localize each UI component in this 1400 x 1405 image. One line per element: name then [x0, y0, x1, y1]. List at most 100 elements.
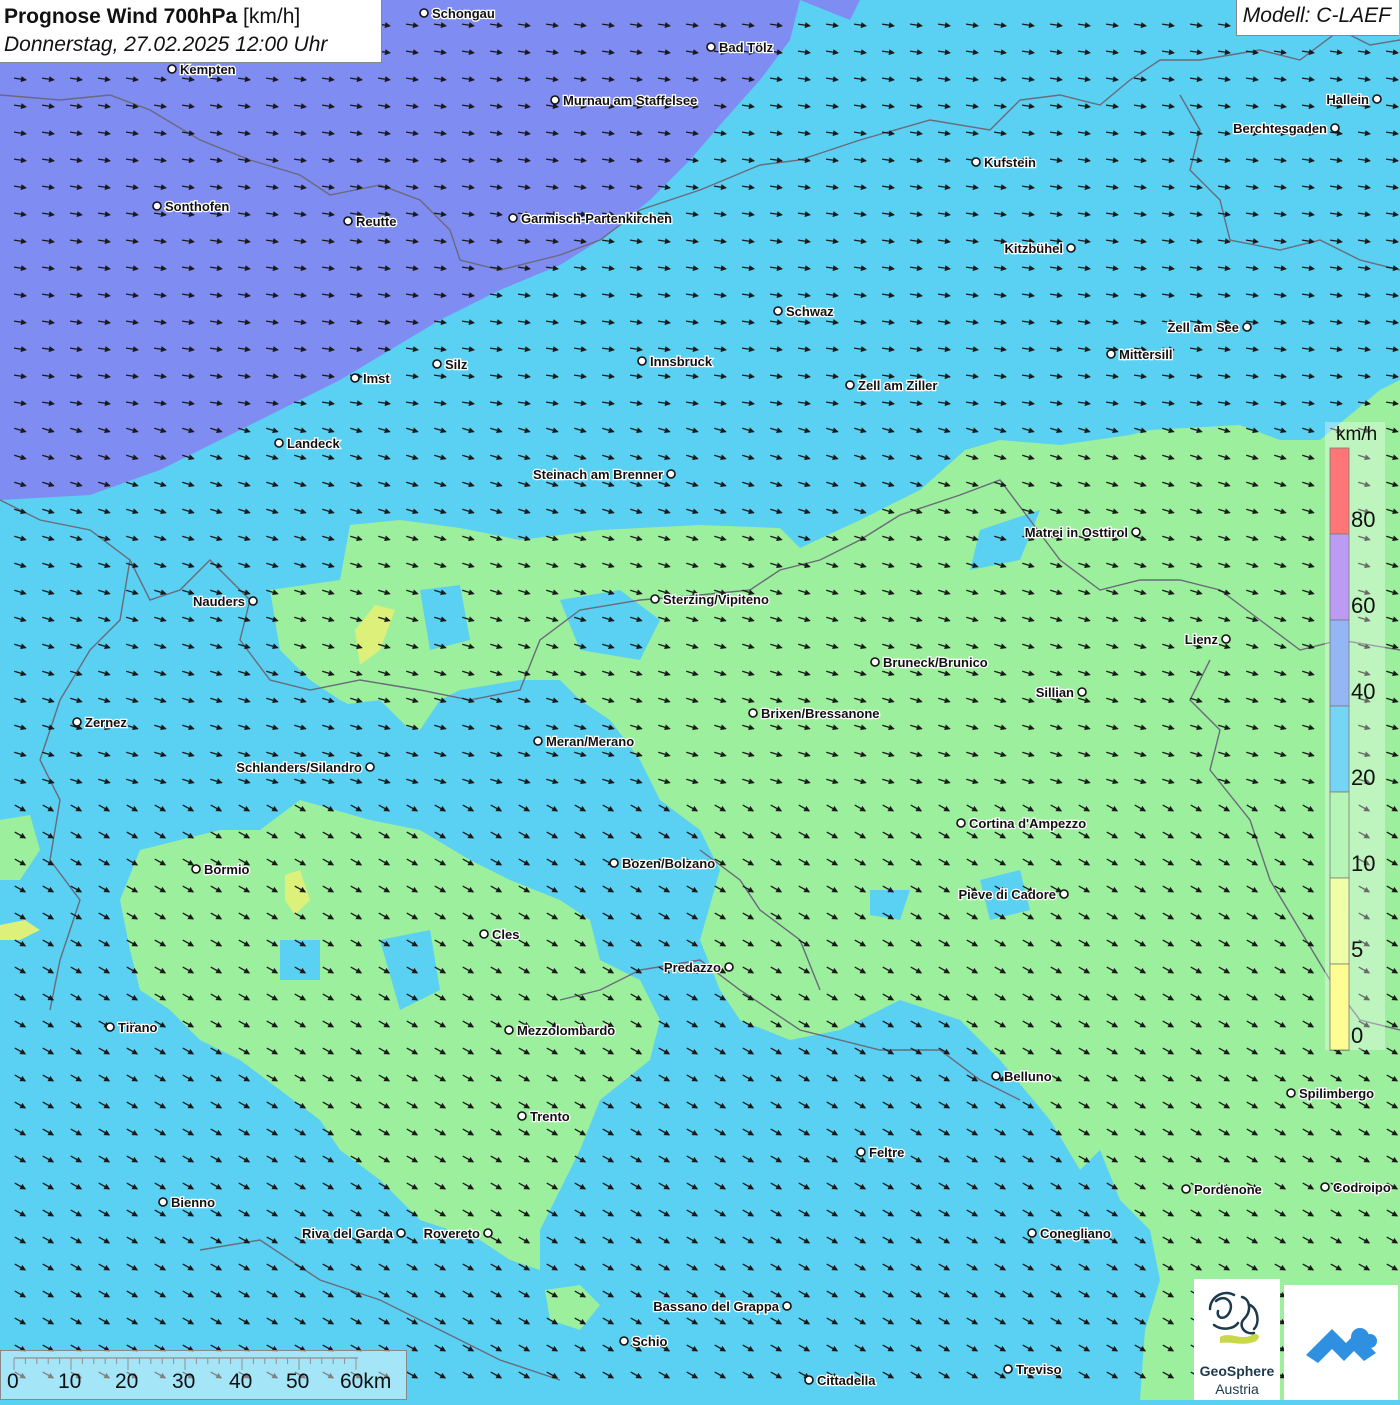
place-label: Steinach am Brenner	[533, 467, 663, 482]
place-dot	[479, 929, 489, 939]
place-dot	[666, 469, 676, 479]
title-unit: [km/h]	[237, 5, 301, 28]
place-label: Hallein	[1326, 92, 1369, 107]
legend-label-0: 0	[1351, 1023, 1364, 1048]
place-sterzing-vipiteno: Sterzing/Vipiteno	[650, 591, 770, 608]
legend-label-40: 40	[1351, 679, 1376, 704]
place-schongau: Schongau	[419, 5, 496, 22]
place-label: Innsbruck	[650, 354, 713, 369]
place-schlanders-silandro: Schlanders/Silandro	[235, 759, 375, 776]
scale-label-50: 50	[286, 1370, 310, 1393]
place-conegliano: Conegliano	[1027, 1225, 1112, 1242]
place-mezzolombardo: Mezzolombardo	[504, 1022, 617, 1039]
place-dot	[508, 213, 518, 223]
place-label: Sterzing/Vipiteno	[663, 592, 769, 607]
title-main: Prognose Wind 700hPa	[4, 5, 238, 28]
place-dot	[350, 373, 360, 383]
place-dot	[517, 1111, 527, 1121]
legend-label-80: 80	[1351, 507, 1376, 532]
app-logo[interactable]	[1284, 1285, 1398, 1400]
place-meran-merano: Meran/Merano	[533, 733, 635, 750]
place-dot	[550, 95, 560, 105]
place-label: Landeck	[287, 436, 341, 451]
place-dot	[1106, 349, 1116, 359]
place-label: Spilimbergo	[1299, 1086, 1374, 1101]
scale-label-0: 0	[7, 1370, 19, 1393]
place-dot	[773, 306, 783, 316]
place-dot	[533, 736, 543, 746]
place-label: Schwaz	[786, 304, 834, 319]
place-dot	[609, 858, 619, 868]
wind-map[interactable]: Schongau Kempten Bad Tölz Murnau am Staffel…	[0, 0, 1400, 1400]
title-box: Prognose Wind 700hPa [km/h] Donnerstag, …	[0, 0, 382, 63]
place-label: Tirano	[118, 1020, 158, 1035]
place-label: Codroipo	[1333, 1180, 1391, 1195]
place-label: Matrei in Osttirol	[1025, 525, 1128, 540]
place-label: Silz	[445, 357, 468, 372]
place-label: Schongau	[432, 6, 495, 21]
place-dot	[343, 216, 353, 226]
place-dot	[1066, 243, 1076, 253]
place-dot	[782, 1301, 792, 1311]
place-label: Berchtesgaden	[1233, 121, 1327, 136]
legend-label-5: 5	[1351, 937, 1364, 962]
geosphere-mark-icon	[1208, 1291, 1259, 1344]
place-dot	[483, 1228, 493, 1238]
place-label: Predazzo	[664, 960, 721, 975]
place-label: Belluno	[1004, 1069, 1052, 1084]
place-murnau-am-staffelsee: Murnau am Staffelsee	[550, 92, 699, 109]
legend-unit: km/h	[1336, 424, 1378, 445]
place-dot	[191, 864, 201, 874]
place-dot	[1059, 889, 1069, 899]
place-dot	[504, 1025, 514, 1035]
place-dot	[748, 708, 758, 718]
legend-label-60: 60	[1351, 593, 1376, 618]
place-dot	[956, 818, 966, 828]
place-label: Mittersill	[1119, 347, 1172, 362]
place-label: Sonthofen	[165, 199, 229, 214]
place-label: Riva del Garda	[302, 1226, 394, 1241]
place-label: Zernez	[85, 715, 127, 730]
place-bruneck-brunico: Bruneck/Brunico	[870, 654, 989, 671]
place-dot	[248, 596, 258, 606]
place-dot	[152, 201, 162, 211]
scale-label-60km: 60km	[340, 1370, 392, 1393]
geosphere-name: GeoSphere	[1199, 1363, 1275, 1379]
place-dot	[650, 594, 660, 604]
place-cortina-d-ampezzo: Cortina d'Ampezzo	[956, 815, 1088, 832]
place-label: Pordenone	[1194, 1182, 1262, 1197]
place-dot	[72, 717, 82, 727]
place-label: Zell am See	[1167, 320, 1239, 335]
place-label: Schlanders/Silandro	[236, 760, 362, 775]
geosphere-country: Austria	[1215, 1381, 1259, 1397]
place-label: Bienno	[171, 1195, 215, 1210]
place-steinach-am-brenner: Steinach am Brenner	[532, 466, 676, 483]
place-label: Lienz	[1185, 632, 1219, 647]
place-label: Reutte	[356, 214, 396, 229]
place-label: Pieve di Cadore	[958, 887, 1056, 902]
place-label: Imst	[363, 371, 390, 386]
scale-label-10: 10	[58, 1370, 82, 1393]
place-label: Feltre	[869, 1145, 904, 1160]
place-dot	[105, 1022, 115, 1032]
place-label: Rovereto	[424, 1226, 480, 1241]
place-label: Zell am Ziller	[858, 378, 937, 393]
place-dot	[365, 762, 375, 772]
subtitle-date: Donnerstag, 27.02.2025 12:00 Uhr	[4, 33, 328, 56]
place-dot	[274, 438, 284, 448]
scale-label-20: 20	[115, 1370, 139, 1393]
title: Prognose Wind 700hPa [km/h]	[4, 3, 381, 31]
place-label: Bassano del Grappa	[653, 1299, 779, 1314]
place-pordenone: Pordenone	[1181, 1181, 1263, 1198]
place-dot	[419, 8, 429, 18]
scale-label-40: 40	[229, 1370, 253, 1393]
place-dot	[619, 1336, 629, 1346]
place-sonthofen: Sonthofen	[152, 198, 231, 215]
place-label: Garmisch-Partenkirchen	[521, 211, 672, 226]
place-label: Sillian	[1036, 685, 1074, 700]
place-label: Cittadella	[817, 1373, 876, 1388]
scale-label-30: 30	[172, 1370, 196, 1393]
geosphere-logo[interactable]: GeoSphere Austria	[1194, 1279, 1280, 1400]
place-label: Conegliano	[1040, 1226, 1111, 1241]
place-garmisch-partenkirchen: Garmisch-Partenkirchen	[508, 210, 673, 227]
